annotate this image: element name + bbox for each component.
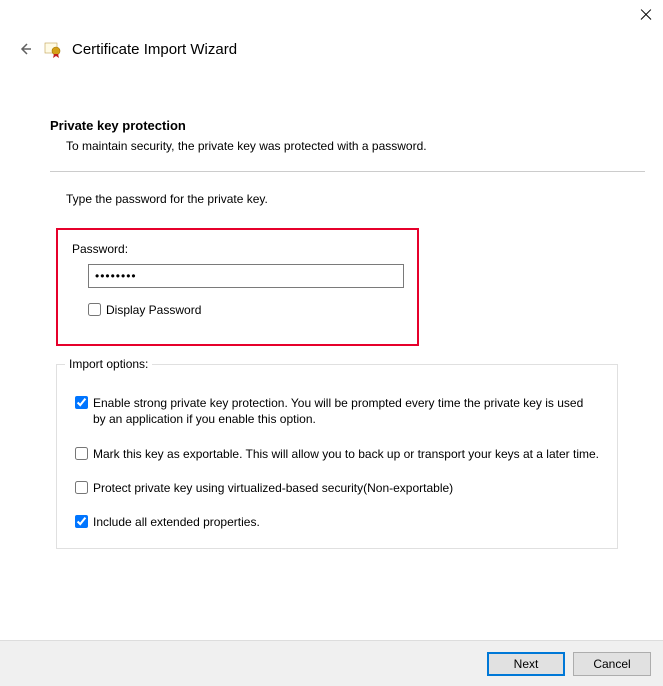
opt-virtualized-label: Protect private key using virtualized-ba… — [93, 480, 453, 496]
password-input[interactable] — [88, 264, 404, 288]
password-highlight-box: Password: Display Password — [56, 228, 419, 346]
footer-bar: Next Cancel — [0, 640, 663, 686]
opt-strong-protection-label: Enable strong private key protection. Yo… — [93, 395, 599, 427]
certificate-wizard-icon — [44, 40, 62, 58]
opt-exportable-checkbox[interactable] — [75, 447, 88, 460]
import-options-group: Import options: Enable strong private ke… — [56, 364, 618, 549]
cancel-button[interactable]: Cancel — [573, 652, 651, 676]
display-password-checkbox[interactable] — [88, 303, 101, 316]
import-options-legend: Import options: — [65, 357, 152, 371]
section-description: To maintain security, the private key wa… — [66, 139, 645, 153]
back-arrow-icon[interactable] — [14, 38, 36, 60]
close-icon[interactable] — [639, 8, 653, 22]
wizard-header: Certificate Import Wizard — [14, 38, 237, 60]
opt-virtualized-checkbox[interactable] — [75, 481, 88, 494]
instruction-text: Type the password for the private key. — [66, 192, 645, 206]
display-password-label: Display Password — [106, 302, 201, 318]
wizard-content: Private key protection To maintain secur… — [50, 118, 645, 549]
opt-extended-props-label: Include all extended properties. — [93, 514, 260, 530]
opt-exportable-label: Mark this key as exportable. This will a… — [93, 446, 599, 462]
opt-strong-protection-checkbox[interactable] — [75, 396, 88, 409]
opt-extended-props-checkbox[interactable] — [75, 515, 88, 528]
section-title: Private key protection — [50, 118, 645, 133]
next-button[interactable]: Next — [487, 652, 565, 676]
divider — [50, 171, 645, 172]
wizard-title: Certificate Import Wizard — [72, 41, 237, 58]
password-label: Password: — [72, 242, 403, 256]
